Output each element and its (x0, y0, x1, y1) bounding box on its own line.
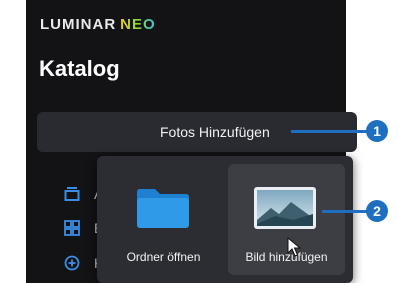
screenshot-stage: LUMINARNEO Katalog Fotos Hinzufügen A E (0, 0, 398, 283)
stack-icon (64, 186, 80, 202)
callout-line-1 (291, 130, 369, 133)
callout-line-2 (322, 210, 370, 213)
mouse-cursor-icon (287, 236, 302, 257)
callout-badge-2: 2 (366, 200, 388, 222)
folder-icon (135, 186, 191, 230)
plus-circle-icon (64, 255, 80, 271)
grid-icon (64, 220, 80, 236)
add-image-option[interactable]: Bild hinzufügen (228, 164, 345, 275)
open-folder-label: Ordner öffnen (126, 250, 201, 264)
page-title: Katalog (39, 56, 120, 81)
logo-brand: LUMINAR (40, 16, 117, 33)
logo-accent: NEO (120, 16, 156, 33)
open-folder-option[interactable]: Ordner öffnen (105, 164, 222, 275)
app-logo: LUMINAR NEO (40, 16, 156, 33)
callout-badge-1: 1 (366, 120, 388, 142)
add-photos-menu: Ordner öffnen Bild hinzufügen (97, 156, 353, 283)
image-icon (253, 186, 317, 230)
